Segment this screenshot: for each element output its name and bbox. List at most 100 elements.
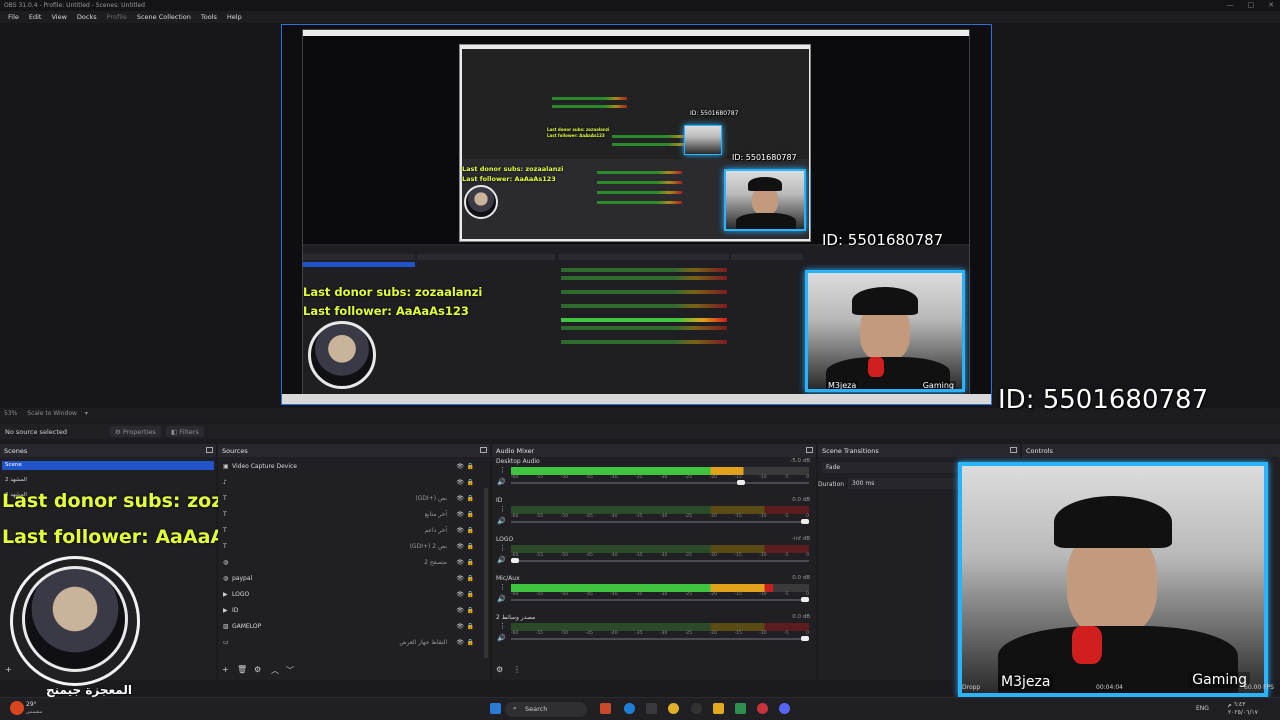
volume-knob[interactable]: [737, 480, 746, 485]
weather-icon[interactable]: [10, 701, 24, 715]
chevron-down-icon[interactable]: ﹀: [286, 665, 294, 676]
source-row[interactable]: ▨ GAMELOP 👁 🔒: [219, 620, 477, 634]
lock-icon[interactable]: 🔒: [467, 559, 474, 566]
lock-icon[interactable]: 🔒: [467, 607, 474, 614]
source-row[interactable]: ▭ التقاط جهاز العرض 👁 🔒: [219, 636, 477, 650]
add-source-icon[interactable]: +: [222, 665, 229, 674]
maximize-icon[interactable]: □: [1248, 1, 1255, 9]
preview-canvas[interactable]: Last donor subs: zozaalanzi Last followe…: [281, 24, 992, 405]
lock-icon[interactable]: 🔒: [467, 639, 474, 646]
lock-icon[interactable]: 🔒: [467, 527, 474, 534]
volume-slider[interactable]: [511, 480, 809, 485]
menu-scene-collection[interactable]: Scene Collection: [132, 11, 196, 23]
volume-slider[interactable]: [511, 519, 809, 524]
menu-docks[interactable]: Docks: [72, 11, 102, 23]
source-row[interactable]: ▶ LOGO 👁 🔒: [219, 588, 477, 602]
undock-icon[interactable]: [806, 447, 813, 453]
visibility-eye-icon[interactable]: 👁: [456, 607, 464, 614]
app-icon-1[interactable]: [600, 703, 611, 714]
menu-view[interactable]: View: [46, 11, 71, 23]
volume-knob[interactable]: [801, 597, 809, 602]
add-scene-icon[interactable]: +: [5, 665, 12, 674]
source-row[interactable]: T (GDI+) نص 2 👁 🔒: [219, 540, 477, 554]
visibility-eye-icon[interactable]: 👁: [456, 543, 464, 550]
speaker-icon[interactable]: 🔊: [497, 595, 506, 603]
clock-time[interactable]: ٦:٤٣ م: [1228, 701, 1245, 708]
gear-icon[interactable]: ⚙: [254, 665, 261, 674]
taskbar-search[interactable]: ⌕ Search: [505, 702, 587, 717]
scale-dropdown-icon[interactable]: ▾: [85, 410, 88, 417]
obs-icon[interactable]: [691, 703, 702, 714]
lock-icon[interactable]: 🔒: [467, 543, 474, 550]
channel-menu-icon[interactable]: ⋮: [499, 466, 506, 474]
visibility-eye-icon[interactable]: 👁: [456, 527, 464, 534]
duration-input[interactable]: 300 ms: [848, 478, 958, 489]
undock-icon[interactable]: [1010, 447, 1017, 453]
source-row[interactable]: T (GDI+) نص 👁 🔒: [219, 492, 477, 506]
volume-slider[interactable]: [511, 597, 809, 602]
lock-icon[interactable]: 🔒: [467, 511, 474, 518]
lock-icon[interactable]: 🔒: [467, 479, 474, 486]
visibility-eye-icon[interactable]: 👁: [456, 495, 464, 502]
minimize-icon[interactable]: —: [1227, 1, 1234, 9]
edge-icon[interactable]: [624, 703, 635, 714]
visibility-eye-icon[interactable]: 👁: [456, 591, 464, 598]
volume-knob[interactable]: [801, 636, 809, 641]
lock-icon[interactable]: 🔒: [467, 495, 474, 502]
folder-icon[interactable]: [713, 703, 724, 714]
visibility-eye-icon[interactable]: 👁: [456, 511, 464, 518]
source-row[interactable]: ◍ متصفح 2 👁 🔒: [219, 556, 477, 570]
source-row[interactable]: ▶ ID 👁 🔒: [219, 604, 477, 618]
source-row[interactable]: ◍ paypal 👁 🔒: [219, 572, 477, 586]
undock-icon[interactable]: [206, 447, 213, 453]
menu-help[interactable]: Help: [222, 11, 247, 23]
channel-menu-icon[interactable]: ⋮: [499, 505, 506, 513]
app-icon-2[interactable]: [646, 703, 657, 714]
visibility-eye-icon[interactable]: 👁: [456, 479, 464, 486]
clock-date[interactable]: ٢٠٢٥/٠٦/١٧: [1228, 709, 1258, 716]
mixer-gear-icon[interactable]: ⚙: [496, 665, 503, 674]
channel-menu-icon[interactable]: ⋮: [499, 622, 506, 630]
trash-icon[interactable]: 🗑: [237, 665, 247, 674]
menu-file[interactable]: File: [3, 11, 24, 23]
speaker-icon[interactable]: 🔊: [497, 517, 506, 525]
app-icon-4[interactable]: [757, 703, 768, 714]
visibility-eye-icon[interactable]: 👁: [456, 559, 464, 566]
volume-knob[interactable]: [511, 558, 519, 563]
app-icon-3[interactable]: [735, 703, 746, 714]
source-row[interactable]: T آخر داعم 👁 🔒: [219, 524, 477, 538]
scene-item-2[interactable]: المشهد 2: [2, 476, 214, 485]
scene-item-scene[interactable]: Scene: [2, 461, 214, 470]
lock-icon[interactable]: 🔒: [467, 463, 474, 470]
visibility-eye-icon[interactable]: 👁: [456, 463, 464, 470]
sources-scrollbar[interactable]: [484, 488, 488, 658]
source-row[interactable]: ♪ 👁 🔒: [219, 476, 477, 490]
discord-icon[interactable]: [779, 703, 790, 714]
speaker-icon[interactable]: 🔊: [497, 634, 506, 642]
mixer-menu-icon[interactable]: ⋮: [513, 665, 521, 674]
channel-menu-icon[interactable]: ⋮: [499, 544, 506, 552]
lock-icon[interactable]: 🔒: [467, 575, 474, 582]
source-row[interactable]: T آخر متابع 👁 🔒: [219, 508, 477, 522]
volume-slider[interactable]: [511, 636, 809, 641]
speaker-icon[interactable]: 🔊: [497, 556, 506, 564]
undock-icon[interactable]: [480, 447, 487, 453]
menu-edit[interactable]: Edit: [24, 11, 47, 23]
language-indicator[interactable]: ENG: [1196, 705, 1209, 712]
volume-slider[interactable]: [511, 558, 809, 563]
start-icon[interactable]: [490, 703, 501, 714]
chevron-up-icon[interactable]: ︿: [271, 665, 279, 676]
close-icon[interactable]: ✕: [1268, 1, 1274, 9]
menu-tools[interactable]: Tools: [196, 11, 222, 23]
filters-button[interactable]: ◧ Filters: [166, 426, 204, 437]
chrome-icon[interactable]: [668, 703, 679, 714]
visibility-eye-icon[interactable]: 👁: [456, 623, 464, 630]
lock-icon[interactable]: 🔒: [467, 623, 474, 630]
channel-menu-icon[interactable]: ⋮: [499, 583, 506, 591]
properties-button[interactable]: ⚙ Properties: [110, 426, 161, 437]
lock-icon[interactable]: 🔒: [467, 591, 474, 598]
visibility-eye-icon[interactable]: 👁: [456, 575, 464, 582]
scale-mode[interactable]: Scale to Window: [27, 410, 77, 417]
source-row[interactable]: ▣ Video Capture Device 👁 🔒: [219, 460, 477, 474]
visibility-eye-icon[interactable]: 👁: [456, 639, 464, 646]
